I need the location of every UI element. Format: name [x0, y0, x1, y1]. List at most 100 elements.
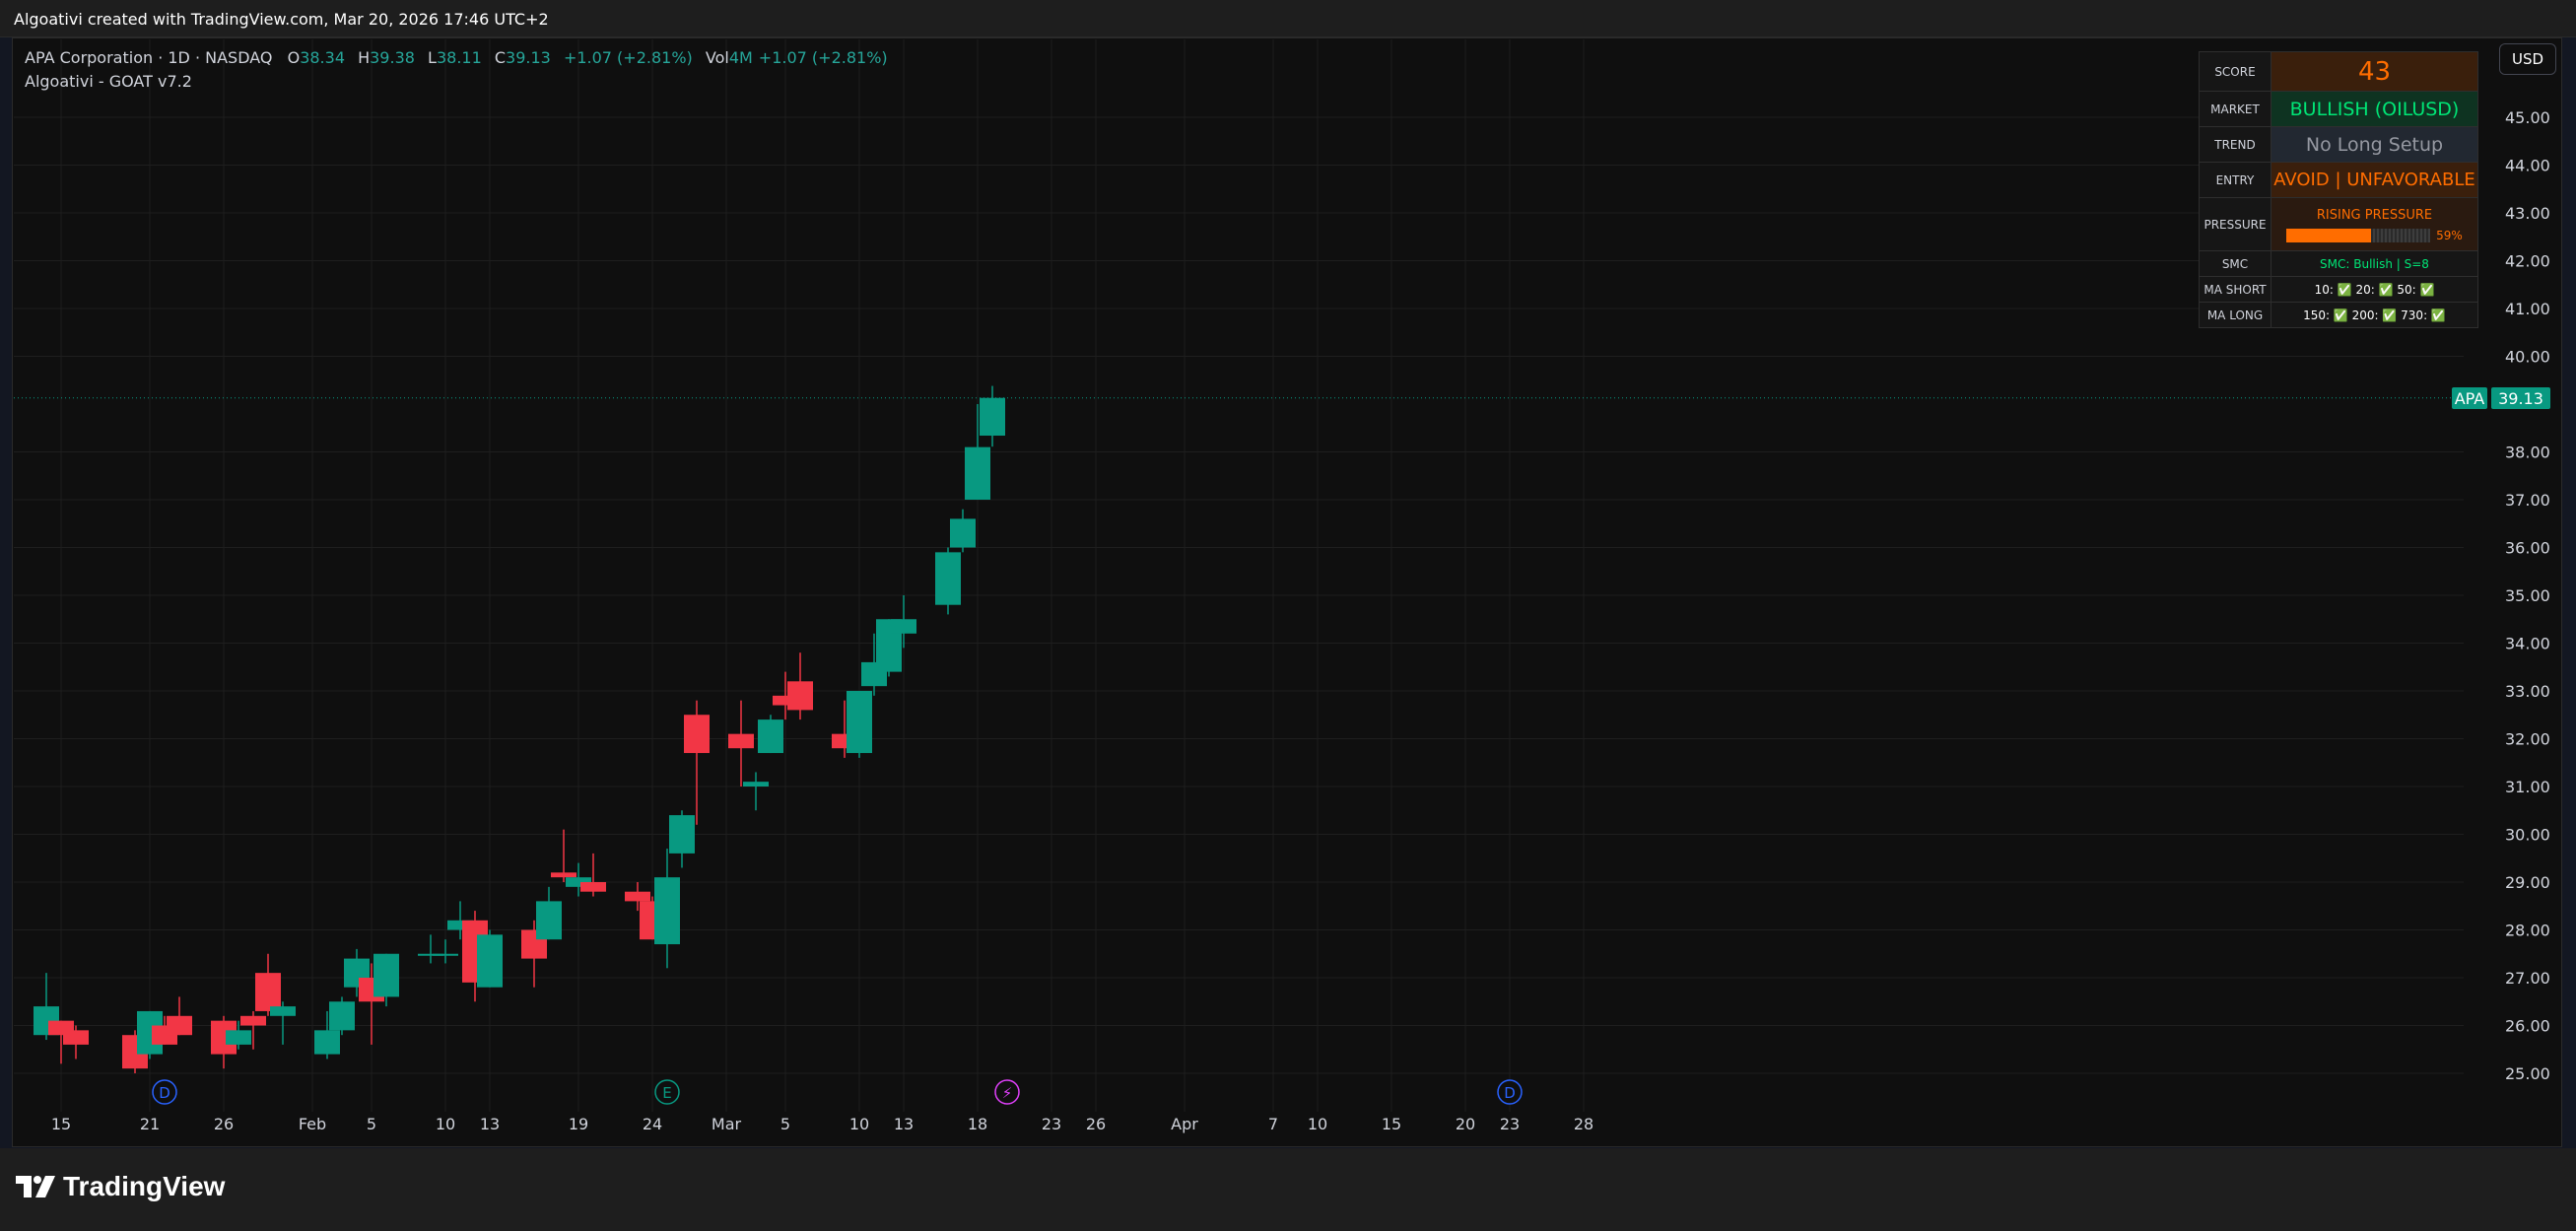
x-tick-label: 13	[480, 1115, 500, 1133]
y-tick-label: 26.00	[2505, 1017, 2550, 1036]
tradingview-logo-icon	[16, 1176, 55, 1197]
x-tick-label: Feb	[299, 1115, 326, 1133]
y-tick-label: 32.00	[2505, 730, 2550, 749]
y-tick-label: 34.00	[2505, 635, 2550, 653]
candle-body	[255, 973, 281, 1011]
legend-close-label: C	[494, 48, 507, 67]
currency-button[interactable]: USD	[2499, 43, 2556, 75]
y-tick-label: 42.00	[2505, 252, 2550, 271]
y-tick-label: 38.00	[2505, 444, 2550, 462]
ma-long-value: 150: ✅ 200: ✅ 730: ✅	[2271, 302, 2478, 328]
pressure-bar	[2286, 229, 2431, 242]
x-tick-label: 26	[1086, 1115, 1106, 1133]
score-label: SCORE	[2199, 51, 2271, 92]
x-tick-label: 23	[1042, 1115, 1061, 1133]
x-tick-label: Apr	[1171, 1115, 1198, 1133]
goat-indicator-panel: SCORE 43 MARKET BULLISH (OILUSD) TREND N…	[2199, 51, 2478, 328]
pressure-cell: RISING PRESSURE 59%	[2271, 197, 2478, 251]
candle-body	[980, 397, 1005, 437]
tradingview-logo-text: TradingView	[63, 1171, 226, 1201]
event-marker-label: D	[159, 1084, 170, 1102]
legend-vol-change: +1.07 (+2.81%)	[758, 48, 888, 67]
candle-body	[935, 552, 961, 605]
legend-close-value: 39.13	[506, 48, 551, 67]
candle-body	[536, 901, 562, 940]
y-tick-label: 41.00	[2505, 300, 2550, 318]
y-tick-label: 30.00	[2505, 826, 2550, 845]
legend-open-label: O	[287, 48, 301, 67]
pressure-title: RISING PRESSURE	[2316, 208, 2433, 223]
ohlc-legend: APA Corporation · 1D · NASDAQ O38.34 H39…	[25, 48, 896, 67]
candle-body	[669, 815, 695, 854]
y-tick-label: 25.00	[2505, 1064, 2550, 1083]
price-label-value: 39.13	[2491, 387, 2550, 409]
candle-body	[329, 1001, 355, 1031]
y-tick-label: 33.00	[2505, 682, 2550, 701]
candle-body	[625, 891, 650, 902]
candle-body	[787, 681, 813, 711]
x-tick-label: 26	[214, 1115, 234, 1133]
x-tick-label: 24	[643, 1115, 662, 1133]
legend-low-label: L	[428, 48, 437, 67]
candle-body	[847, 691, 872, 754]
market-label: MARKET	[2199, 91, 2271, 127]
candle-body	[226, 1030, 251, 1045]
event-marker-label: D	[1504, 1084, 1516, 1102]
candle-body	[314, 1030, 340, 1055]
pressure-percent: 59%	[2436, 229, 2463, 242]
pressure-bar-fill	[2286, 229, 2372, 242]
y-tick-label: 45.00	[2505, 108, 2550, 127]
candle-body	[654, 877, 680, 945]
x-tick-label: 7	[1268, 1115, 1278, 1133]
event-marker-label: E	[662, 1084, 671, 1102]
legend-vol-label: Vol	[705, 48, 729, 67]
ma-short-label: MA SHORT	[2199, 276, 2271, 303]
trend-value: No Long Setup	[2271, 126, 2478, 163]
legend-open-value: 38.34	[300, 48, 345, 67]
price-chart[interactable]: 45.00 44.00 43.00 42.00 41.00 40.00 38.00 37.00…	[0, 0, 2576, 1231]
legend-high-label: H	[358, 48, 371, 67]
trend-label: TREND	[2199, 126, 2271, 163]
y-tick-label: 36.00	[2505, 539, 2550, 558]
x-tick-label: 5	[367, 1115, 376, 1133]
price-label-ticker: APA	[2452, 387, 2487, 409]
market-value: BULLISH (OILUSD)	[2271, 91, 2478, 127]
event-marker-label: ⚡	[1002, 1084, 1013, 1102]
candle-body	[743, 782, 769, 786]
smc-value: SMC: Bullish | S=8	[2271, 250, 2478, 277]
score-value: 43	[2271, 51, 2478, 92]
y-tick-label: 29.00	[2505, 873, 2550, 892]
legend-low-value: 38.11	[436, 48, 482, 67]
candle-body	[433, 953, 458, 956]
y-tick-label: 37.00	[2505, 491, 2550, 510]
entry-value: AVOID | UNFAVORABLE	[2271, 162, 2478, 198]
candle-body	[891, 619, 916, 634]
x-tick-label: 20	[1456, 1115, 1475, 1133]
candle-body	[950, 518, 976, 548]
smc-label: SMC	[2199, 250, 2271, 277]
x-tick-label: Mar	[712, 1115, 742, 1133]
x-tick-label: 10	[849, 1115, 869, 1133]
y-tick-label: 44.00	[2505, 157, 2550, 175]
candle-body	[684, 715, 710, 754]
x-tick-label: 10	[1308, 1115, 1327, 1133]
legend-high-value: 39.38	[370, 48, 415, 67]
bottom-bar	[0, 1148, 2576, 1231]
candle-body	[373, 953, 399, 997]
y-tick-label: 31.00	[2505, 778, 2550, 796]
pressure-label: PRESSURE	[2199, 197, 2271, 251]
x-tick-label: 13	[894, 1115, 914, 1133]
tradingview-logo[interactable]: TradingView	[16, 1171, 225, 1202]
y-tick-label: 27.00	[2505, 969, 2550, 988]
x-tick-label: 15	[51, 1115, 71, 1133]
legend-symbol[interactable]: APA Corporation · 1D · NASDAQ	[25, 48, 273, 67]
candle-body	[580, 882, 606, 892]
x-tick-label: 19	[569, 1115, 588, 1133]
x-tick-label: 10	[436, 1115, 455, 1133]
x-tick-label: 23	[1500, 1115, 1520, 1133]
indicator-legend[interactable]: Algoativi - GOAT v7.2	[25, 72, 192, 91]
x-tick-label: 18	[968, 1115, 987, 1133]
candle-body	[240, 1015, 266, 1026]
entry-label: ENTRY	[2199, 162, 2271, 198]
candle-body	[477, 934, 503, 988]
